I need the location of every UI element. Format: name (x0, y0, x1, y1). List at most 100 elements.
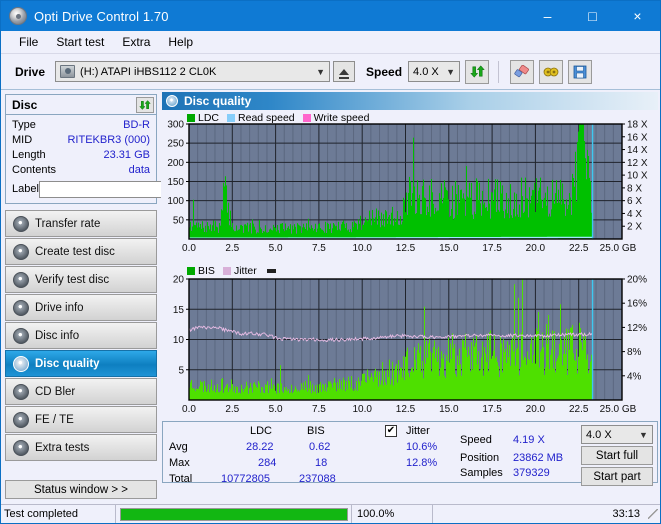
svg-text:7.5: 7.5 (312, 404, 326, 415)
disc-refresh-button[interactable] (136, 96, 154, 113)
sidebar-item-verify-test-disc[interactable]: Verify test disc (5, 266, 157, 293)
sidebar-item-fe-te[interactable]: FE / TE (5, 406, 157, 433)
title-bar: Opti Drive Control 1.70 – □ × (1, 1, 660, 31)
menu-start-test[interactable]: Start test (47, 33, 113, 51)
refresh-button[interactable] (465, 59, 490, 84)
window-controls: – □ × (525, 1, 660, 31)
legend-item-ldc: LDC (187, 112, 219, 124)
legend-swatch (227, 114, 236, 122)
svg-text:15: 15 (173, 305, 185, 316)
disc-info-row: MID RITEKBR3 (000) (12, 133, 150, 148)
tools-icon (543, 67, 559, 76)
eject-button[interactable] (333, 61, 356, 82)
start-part-button[interactable]: Start part (581, 467, 653, 486)
maximize-button[interactable]: □ (570, 1, 615, 31)
svg-text:100: 100 (167, 196, 184, 207)
svg-text:6 X: 6 X (627, 196, 642, 207)
disc-mid-value: RITEKBR3 (000) (67, 134, 150, 146)
svg-text:5.0: 5.0 (269, 404, 283, 415)
toolbar-divider (498, 60, 500, 83)
elapsed-time: 33:13 (612, 508, 640, 520)
chevron-down-icon: ▼ (316, 66, 325, 77)
svg-text:5: 5 (178, 365, 184, 376)
speed-select[interactable]: 4.0 X ▼ (408, 61, 461, 82)
svg-text:10 X: 10 X (627, 171, 648, 182)
progress-bar (119, 507, 348, 521)
disc-info-row: Contents data (12, 163, 150, 178)
svg-text:15.0: 15.0 (439, 243, 459, 254)
check-icon: ✔ (386, 425, 396, 436)
close-button[interactable]: × (615, 1, 660, 31)
chevron-down-icon: ▼ (639, 429, 648, 440)
sidebar-item-cd-bler[interactable]: CD Bler (5, 378, 157, 405)
test-speed-select[interactable]: 4.0 X ▼ (581, 425, 653, 444)
svg-text:22.5: 22.5 (569, 404, 589, 415)
right-panel: Disc quality LDC Read speed Write speed (161, 90, 660, 486)
bis-jitter-chart-svg: 20 15 10 5 20% 16% 12% 8% 4% 0.0 2.5 5.0 7.5 10.0 12.5… (173, 275, 647, 416)
status-window-button[interactable]: Status window > > (5, 480, 157, 499)
speed-label: Speed (366, 64, 403, 79)
ldc-chart: LDC Read speed Write speed 300 250 200 150 1… (161, 110, 660, 265)
disc-icon (13, 215, 29, 232)
ldc-total-value: 10772805 (221, 473, 270, 485)
page-title: Disc quality (184, 94, 252, 108)
sidebar-item-transfer-rate[interactable]: Transfer rate (5, 210, 157, 237)
disc-icon (13, 243, 29, 260)
svg-text:5.0: 5.0 (269, 243, 283, 254)
erase-button[interactable] (510, 59, 535, 84)
status-bar: Test completed 100.0% 33:13 (1, 504, 660, 523)
svg-text:300: 300 (167, 120, 184, 131)
drive-select-value: (H:) ATAPI iHBS112 2 CL0K (80, 65, 217, 78)
save-button[interactable] (568, 59, 593, 84)
svg-text:2 X: 2 X (627, 222, 642, 233)
sidebar-item-label: CD Bler (35, 385, 76, 398)
menu-file[interactable]: File (10, 33, 47, 51)
jitter-checkbox[interactable]: ✔ (385, 425, 397, 437)
legend-item-read-speed: Read speed (227, 112, 295, 124)
svg-text:250: 250 (167, 139, 184, 150)
sidebar-item-create-test-disc[interactable]: Create test disc (5, 238, 157, 265)
svg-text:17.5: 17.5 (482, 404, 502, 415)
svg-text:2.5: 2.5 (225, 404, 239, 415)
position-stat-value: 23862 MB (513, 452, 564, 464)
disc-length-label: Length (12, 149, 46, 161)
stats-panel: LDC BIS Avg Max Total 28.22 284 10772805… (162, 421, 658, 486)
sidebar-item-drive-info[interactable]: Drive info (5, 294, 157, 321)
svg-text:10: 10 (173, 335, 185, 346)
svg-text:12.5: 12.5 (396, 404, 416, 415)
sidebar-item-disc-info[interactable]: Disc info (5, 322, 157, 349)
eraser-icon (514, 64, 530, 77)
jitter-label: Jitter (406, 425, 430, 437)
jitter-avg-value: 10.6% (406, 441, 438, 453)
tools-button[interactable] (539, 59, 564, 84)
speed-stat-value: 4.19 X (513, 434, 545, 446)
svg-text:17.5: 17.5 (482, 243, 502, 254)
menu-extra[interactable]: Extra (113, 33, 159, 51)
resize-grip-icon[interactable] (648, 509, 658, 519)
svg-text:4 X: 4 X (627, 209, 642, 220)
stats-col-ldc: LDC (250, 425, 273, 437)
minimize-button[interactable]: – (525, 1, 570, 31)
drive-select[interactable]: (H:) ATAPI iHBS112 2 CL0K ▼ (55, 61, 331, 82)
jitter-max-value: 12.8% (406, 457, 438, 469)
svg-text:0.0: 0.0 (182, 243, 196, 254)
sidebar-item-disc-quality[interactable]: Disc quality (5, 350, 157, 377)
menu-help[interactable]: Help (159, 33, 202, 51)
svg-text:12%: 12% (627, 323, 647, 334)
save-icon (573, 65, 587, 78)
legend-label: Write speed (313, 112, 370, 124)
left-sidebar: Disc Type BD-R MID RITEKBR3 (000) Length… (1, 90, 239, 483)
disc-mid-label: MID (12, 134, 33, 146)
disc-info-row: Length 23.31 GB (12, 148, 150, 163)
bis-jitter-chart: BIS Jitter 20 15 10 5 20% 16% 12% 8% 4% 0.0 2.5 5.0… (161, 265, 660, 420)
stats-row-max: Max (169, 457, 190, 469)
start-full-button[interactable]: Start full (581, 446, 653, 465)
sidebar-item-label: Create test disc (35, 245, 115, 258)
main-body: Disc Type BD-R MID RITEKBR3 (000) Length… (1, 90, 660, 486)
svg-text:16 X: 16 X (627, 132, 648, 143)
disc-icon (13, 383, 29, 400)
sidebar-item-extra-tests[interactable]: Extra tests (5, 434, 157, 461)
progress-percent: 100.0% (357, 508, 395, 520)
refresh-icon (469, 65, 485, 78)
svg-text:25.0 GB: 25.0 GB (600, 243, 637, 254)
